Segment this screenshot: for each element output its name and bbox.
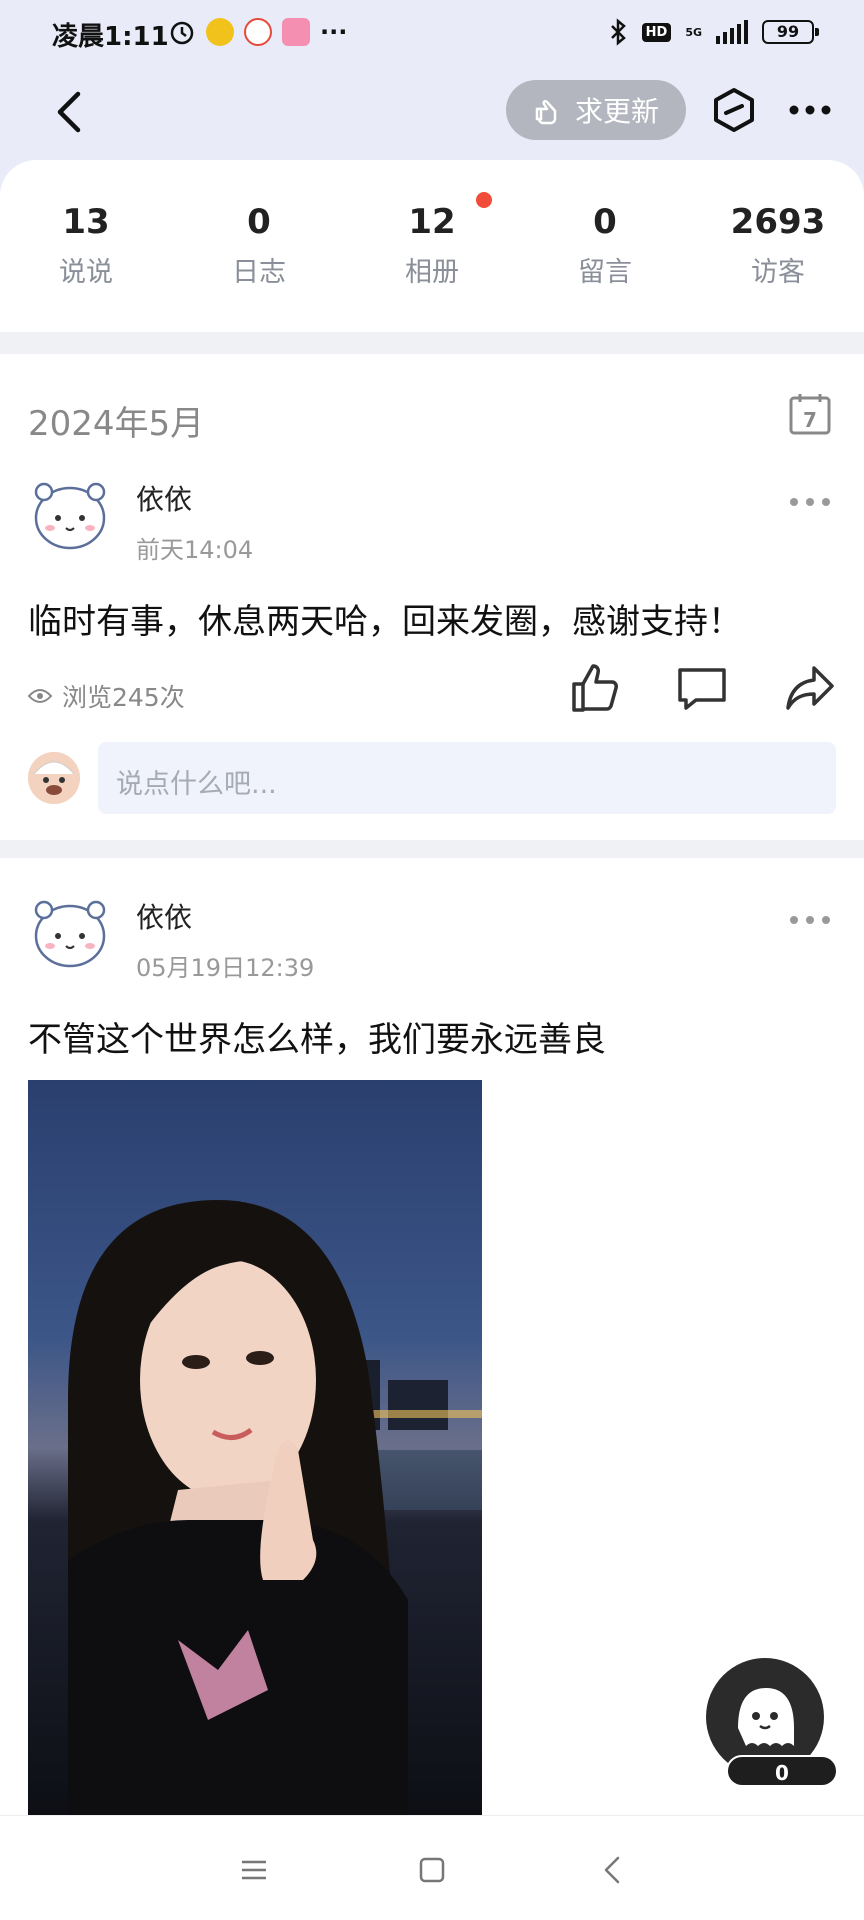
avatar[interactable] xyxy=(26,892,114,980)
network-type: 5G xyxy=(685,25,702,39)
post-more-icon[interactable] xyxy=(788,494,832,510)
app-notification-icon xyxy=(206,18,234,46)
post-text: 不管这个世界怎么样，我们要永远善良 xyxy=(28,1020,606,1060)
comment-icon[interactable] xyxy=(676,662,728,714)
stat-fangke[interactable]: 2693 访客 xyxy=(708,202,848,289)
system-navigation-bar xyxy=(0,1815,864,1920)
status-system-icons: HD 5G 99 xyxy=(608,18,819,46)
stat-rizhi[interactable]: 0 日志 xyxy=(189,202,329,289)
alarm-icon xyxy=(170,21,194,45)
stat-value: 0 xyxy=(593,202,617,242)
home-icon[interactable] xyxy=(416,1854,448,1886)
floating-count-badge: 0 xyxy=(726,1755,838,1787)
post-text: 临时有事，休息两天哈，回来发圈，感谢支持！ xyxy=(28,602,742,642)
cube-icon[interactable] xyxy=(710,86,758,134)
selfie-photo xyxy=(28,1080,482,1815)
post-time: 前天14:04 xyxy=(136,536,254,564)
section-divider xyxy=(0,332,864,354)
post-author[interactable]: 依依 xyxy=(136,896,192,936)
avatar[interactable] xyxy=(26,474,114,562)
bluetooth-icon xyxy=(610,18,626,46)
my-avatar[interactable] xyxy=(28,752,80,804)
views-label: 浏览245次 xyxy=(62,683,185,712)
post-more-icon[interactable] xyxy=(788,912,832,928)
comment-input[interactable]: 说点什么吧... xyxy=(98,742,836,814)
stat-xiangce[interactable]: 12 相册 xyxy=(362,202,502,289)
more-notifications-icon: ··· xyxy=(320,18,348,46)
bear-avatar-icon xyxy=(34,482,106,550)
stat-label: 留言 xyxy=(578,257,632,288)
bear-avatar-icon xyxy=(34,900,106,968)
status-time: 凌晨1:11 xyxy=(52,22,169,52)
post-time: 05月19日12:39 xyxy=(136,954,315,982)
calendar-icon[interactable]: 7 xyxy=(788,392,832,436)
back-icon[interactable] xyxy=(48,84,92,140)
eye-icon xyxy=(28,689,52,703)
stat-label: 日志 xyxy=(232,257,286,288)
post-views: 浏览245次 xyxy=(28,678,185,714)
request-update-label: 求更新 xyxy=(574,95,659,128)
game-notification-icon xyxy=(282,18,310,46)
stats-card: 13 说说 0 日志 12 相册 0 留言 2693 访客 xyxy=(0,160,864,332)
post-author[interactable]: 依依 xyxy=(136,478,192,518)
share-icon[interactable] xyxy=(784,662,836,714)
section-divider xyxy=(0,840,864,858)
hd-badge: HD xyxy=(641,22,672,42)
cartoon-avatar-icon xyxy=(28,752,80,804)
stat-shuoshuo[interactable]: 13 说说 xyxy=(16,202,156,289)
stat-value: 2693 xyxy=(730,202,826,242)
stat-label: 相册 xyxy=(405,257,459,288)
thumbs-up-icon[interactable] xyxy=(570,662,622,714)
month-label: 2024年5月 xyxy=(28,404,205,444)
map-notification-icon xyxy=(244,18,272,46)
stat-label: 说说 xyxy=(59,257,113,288)
stat-value: 0 xyxy=(247,202,271,242)
new-badge-dot xyxy=(476,192,492,208)
battery-indicator: 99 xyxy=(762,20,819,44)
more-icon[interactable] xyxy=(786,96,834,124)
status-bar: 凌晨1:11 ··· HD 5G 99 xyxy=(0,0,864,68)
status-notification-icons: ··· xyxy=(168,18,347,46)
post-photo[interactable] xyxy=(28,1080,482,1815)
stat-value: 12 xyxy=(408,202,456,242)
signal-icon xyxy=(716,20,748,44)
stat-value: 13 xyxy=(62,202,110,242)
stat-liuyan[interactable]: 0 留言 xyxy=(535,202,675,289)
menu-icon[interactable] xyxy=(238,1854,270,1886)
nav-back-icon[interactable] xyxy=(598,1854,630,1886)
calendar-day: 7 xyxy=(803,408,817,432)
stat-label: 访客 xyxy=(751,257,805,288)
hand-pointer-icon xyxy=(535,99,557,125)
request-update-button[interactable]: 求更新 xyxy=(506,80,686,140)
